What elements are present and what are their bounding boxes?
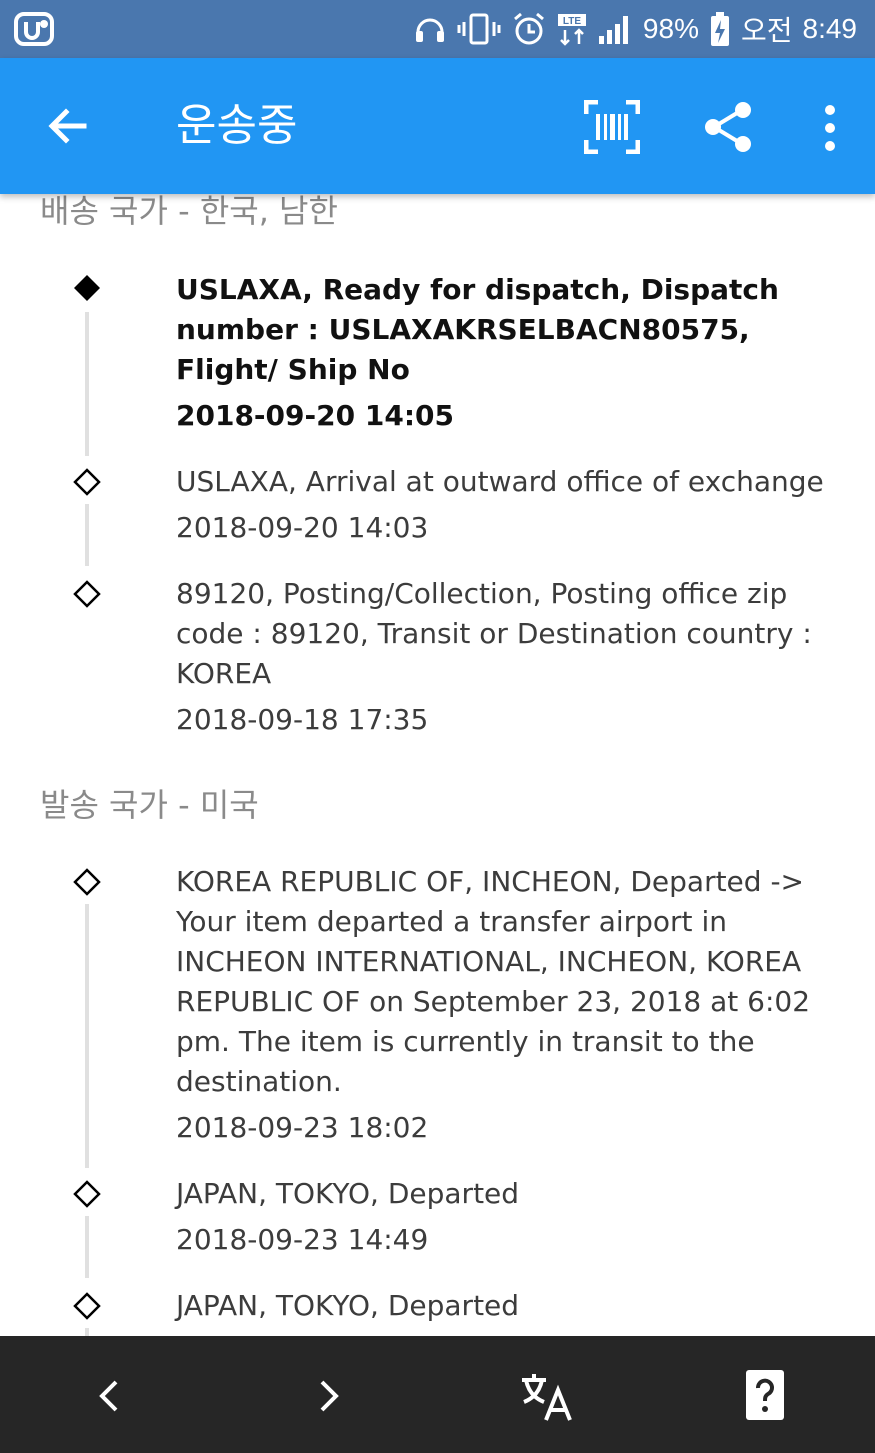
event-description: USLAXA, Arrival at outward office of exc… [176, 465, 824, 498]
timeline-connector [85, 1216, 89, 1278]
svg-text:LTE: LTE [563, 16, 581, 27]
share-icon[interactable] [702, 100, 756, 154]
timeline-connector [85, 904, 89, 1168]
section-header-destination: 배송 국가 - 한국, 남한 [40, 194, 338, 230]
clock: 8:49 [802, 13, 858, 44]
timeline-connector [85, 504, 89, 566]
status-bar: LTE 98% 오전 8:49 [0, 0, 875, 58]
timeline-diamond-icon [73, 468, 101, 496]
lte-icon: LTE [557, 14, 586, 46]
timeline-diamond-filled-icon [74, 275, 100, 301]
event-date: 2018-09-20 14:05 [176, 399, 454, 432]
signal-icon [598, 16, 628, 44]
app-logo-icon [14, 12, 54, 46]
more-vert-icon[interactable] [812, 102, 848, 154]
event-description: JAPAN, TOKYO, Departed [176, 1289, 520, 1322]
alarm-icon [513, 12, 544, 45]
prev-chevron-icon[interactable] [80, 1366, 140, 1426]
event-description: KOREA REPUBLIC OF, INCHEON, Departed -> … [176, 865, 811, 1098]
next-chevron-icon[interactable] [298, 1366, 358, 1426]
timeline-diamond-icon [73, 580, 101, 608]
event-date: 2018-09-23 18:02 [176, 1111, 429, 1144]
battery-charging-icon [710, 12, 729, 46]
tracking-timeline[interactable]: 배송 국가 - 한국, 남한 USLAXA, Ready for dispatc… [0, 194, 875, 1336]
event-description: USLAXA, Ready for dispatch, Dispatch num… [176, 273, 779, 386]
back-arrow-icon[interactable] [44, 102, 92, 150]
timeline-diamond-icon [73, 1292, 101, 1320]
event-description: 89120, Posting/Collection, Posting offic… [176, 577, 812, 690]
timeline-connector [85, 312, 89, 456]
barcode-scan-icon[interactable] [584, 100, 640, 154]
app-toolbar: 운송중 [0, 58, 875, 194]
help-icon[interactable] [736, 1366, 796, 1426]
event-date: 2018-09-23 14:49 [176, 1223, 429, 1256]
timeline-diamond-icon [73, 1180, 101, 1208]
battery-percent: 98% [642, 13, 699, 44]
event-description: JAPAN, TOKYO, Departed [176, 1177, 520, 1210]
ampm-label: 오전 [740, 14, 793, 47]
bottom-navigation-bar [0, 1336, 875, 1453]
event-date: 2018-09-20 14:03 [176, 511, 429, 544]
page-title: 운송중 [176, 100, 298, 151]
headphones-icon [415, 18, 444, 42]
timeline-connector [85, 1328, 89, 1336]
timeline-diamond-icon [73, 868, 101, 896]
event-date: 2018-09-18 17:35 [176, 703, 429, 736]
vibrate-icon [457, 13, 501, 45]
translate-icon[interactable] [516, 1366, 576, 1426]
section-header-origin: 발송 국가 - 미국 [40, 786, 259, 824]
